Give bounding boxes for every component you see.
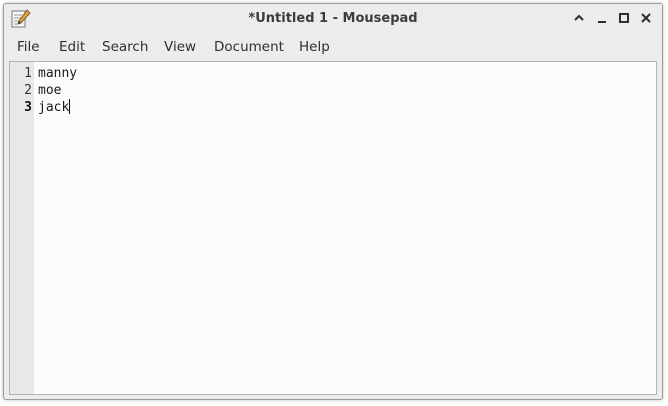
line-number-current: 3 bbox=[24, 100, 32, 115]
minimize-icon[interactable] bbox=[594, 10, 610, 26]
text-line[interactable]: jack bbox=[38, 99, 71, 116]
menu-document[interactable]: Document bbox=[214, 33, 284, 61]
menu-file[interactable]: File bbox=[17, 33, 40, 61]
menu-bar: File Edit Search View Document Help bbox=[4, 33, 662, 61]
text-editor[interactable]: 1 2 3 manny moe jack bbox=[9, 61, 657, 395]
menu-search[interactable]: Search bbox=[102, 33, 148, 61]
title-bar[interactable]: *Untitled 1 - Mousepad bbox=[4, 4, 662, 33]
text-cursor bbox=[69, 99, 71, 114]
minimize-up-icon[interactable] bbox=[571, 10, 587, 26]
maximize-icon[interactable] bbox=[616, 10, 632, 26]
menu-edit[interactable]: Edit bbox=[59, 33, 85, 61]
text-line[interactable]: moe bbox=[38, 82, 61, 99]
menu-help[interactable]: Help bbox=[299, 33, 330, 61]
text-line-content: jack bbox=[38, 100, 70, 115]
line-number-gutter: 1 2 3 bbox=[10, 62, 34, 394]
close-icon[interactable] bbox=[638, 10, 654, 26]
text-line-content: manny bbox=[38, 66, 78, 81]
line-number: 1 bbox=[24, 66, 32, 81]
text-line[interactable]: manny bbox=[38, 65, 77, 82]
line-number: 2 bbox=[24, 83, 32, 98]
text-line-content: moe bbox=[38, 83, 62, 98]
window-title: *Untitled 1 - Mousepad bbox=[248, 11, 418, 26]
menu-view[interactable]: View bbox=[164, 33, 196, 61]
mousepad-window: *Untitled 1 - Mousepad File Edit Search … bbox=[3, 3, 663, 400]
